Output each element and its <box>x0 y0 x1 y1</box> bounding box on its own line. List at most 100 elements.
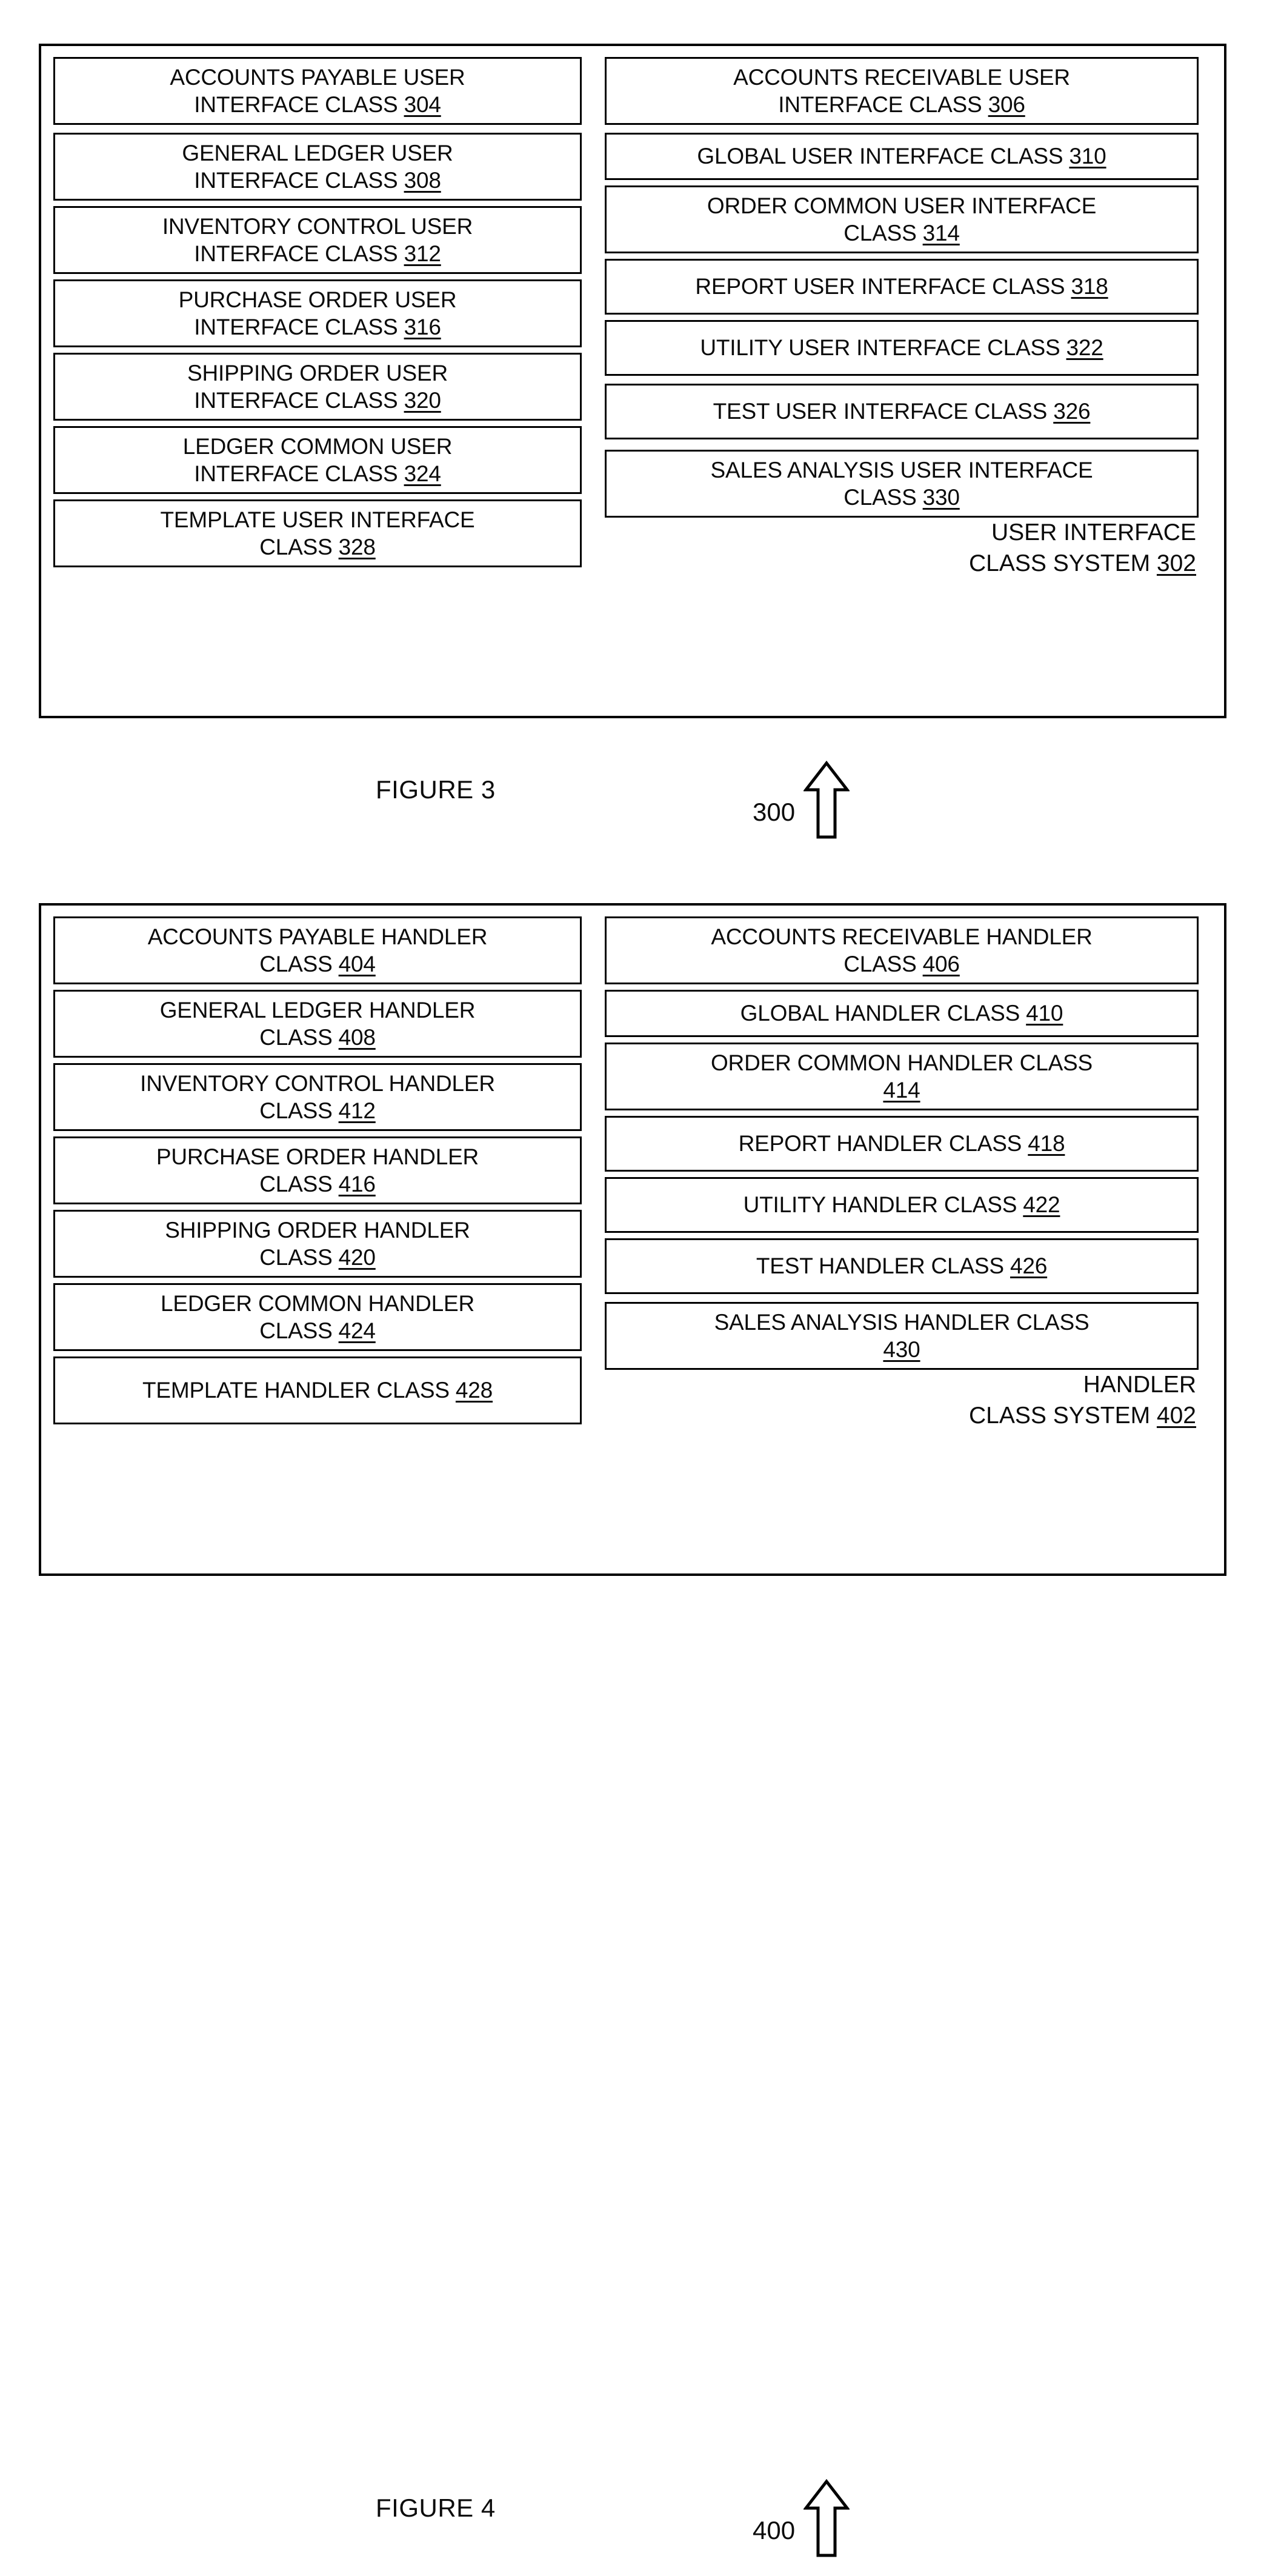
class-box-line1: TEMPLATE USER INTERFACE <box>160 507 475 532</box>
class-box-line2: INTERFACE CLASS <box>194 315 404 339</box>
up-arrow-icon <box>804 761 850 839</box>
class-box-sales-analysis-user-interface-330[interactable]: SALES ANALYSIS USER INTERFACE CLASS 330 <box>605 450 1199 518</box>
class-box-inventory-control-user-interface-312[interactable]: INVENTORY CONTROL USER INTERFACE CLASS 3… <box>53 206 582 274</box>
class-box-line1: SHIPPING ORDER HANDLER <box>165 1217 470 1243</box>
class-box-inventory-control-handler-412[interactable]: INVENTORY CONTROL HANDLER CLASS 412 <box>53 1063 582 1131</box>
reference-numeral: 408 <box>338 1025 376 1050</box>
class-box-global-handler-410[interactable]: GLOBAL HANDLER CLASS 410 <box>605 990 1199 1037</box>
class-box-line1: UTILITY USER INTERFACE CLASS <box>700 335 1066 361</box>
reference-numeral: 424 <box>338 1318 376 1343</box>
reference-numeral: 420 <box>338 1245 376 1270</box>
reference-numeral: 414 <box>883 1078 920 1103</box>
figure-3-caption-row: FIGURE 3 300 <box>0 761 1281 858</box>
reference-numeral: 412 <box>338 1098 376 1123</box>
class-box-purchase-order-user-interface-316[interactable]: PURCHASE ORDER USER INTERFACE CLASS 316 <box>53 279 582 347</box>
class-box-line1: SHIPPING ORDER USER <box>187 360 448 385</box>
figure-4-callout-group: 400 <box>753 2479 850 2559</box>
reference-numeral: 410 <box>1026 1001 1063 1026</box>
class-box-line2: CLASS <box>259 1172 339 1196</box>
class-box-ledger-common-user-interface-324[interactable]: LEDGER COMMON USER INTERFACE CLASS 324 <box>53 426 582 494</box>
class-box-shipping-order-user-interface-320[interactable]: SHIPPING ORDER USER INTERFACE CLASS 320 <box>53 353 582 421</box>
reference-numeral: 326 <box>1053 399 1091 424</box>
class-box-general-ledger-handler-408[interactable]: GENERAL LEDGER HANDLER CLASS 408 <box>53 990 582 1058</box>
reference-numeral: 430 <box>883 1337 920 1362</box>
class-box-sales-analysis-handler-430[interactable]: SALES ANALYSIS HANDLER CLASS 430 <box>605 1302 1199 1370</box>
figure-3-label: FIGURE 3 <box>376 775 496 804</box>
system-label-line1: HANDLER <box>1083 1372 1196 1398</box>
class-box-line1: GENERAL LEDGER USER <box>182 140 453 165</box>
figure-4-right-column: ACCOUNTS RECEIVABLE HANDLER CLASS 406 GL… <box>605 916 1199 1432</box>
class-box-line2: INTERFACE CLASS <box>194 388 404 413</box>
class-box-line1: LEDGER COMMON HANDLER <box>161 1290 474 1316</box>
class-box-line1: ACCOUNTS RECEIVABLE HANDLER <box>711 924 1093 949</box>
reference-numeral: 310 <box>1069 144 1106 169</box>
figure-4-label: FIGURE 4 <box>376 2494 496 2522</box>
reference-numeral: 426 <box>1010 1253 1048 1279</box>
class-box-template-handler-428[interactable]: TEMPLATE HANDLER CLASS 428 <box>53 1356 582 1424</box>
class-box-template-user-interface-328[interactable]: TEMPLATE USER INTERFACE CLASS 328 <box>53 499 582 567</box>
class-box-test-handler-426[interactable]: TEST HANDLER CLASS 426 <box>605 1238 1199 1294</box>
figure-3-block: ACCOUNTS PAYABLE USER INTERFACE CLASS 30… <box>0 0 1281 873</box>
class-box-line1: INVENTORY CONTROL USER <box>162 213 473 239</box>
reference-numeral: 418 <box>1028 1131 1065 1156</box>
system-label-line2: CLASS SYSTEM <box>968 1402 1157 1429</box>
class-box-line1: GENERAL LEDGER HANDLER <box>159 997 476 1023</box>
class-box-line1: REPORT USER INTERFACE CLASS <box>695 274 1071 299</box>
class-box-line2: CLASS <box>843 221 923 245</box>
reference-numeral: 328 <box>338 535 376 559</box>
class-box-global-user-interface-310[interactable]: GLOBAL USER INTERFACE CLASS 310 <box>605 133 1199 180</box>
class-box-line2: CLASS <box>259 1318 339 1343</box>
reference-numeral: 314 <box>922 221 960 245</box>
class-box-ledger-common-handler-424[interactable]: LEDGER COMMON HANDLER CLASS 424 <box>53 1283 582 1351</box>
class-box-order-common-handler-414[interactable]: ORDER COMMON HANDLER CLASS 414 <box>605 1043 1199 1110</box>
class-box-line2: CLASS <box>259 1025 339 1050</box>
class-box-accounts-payable-handler-404[interactable]: ACCOUNTS PAYABLE HANDLER CLASS 404 <box>53 916 582 984</box>
class-box-utility-user-interface-322[interactable]: UTILITY USER INTERFACE CLASS 322 <box>605 320 1199 376</box>
class-box-line1: REPORT HANDLER CLASS <box>738 1131 1028 1156</box>
reference-numeral: 324 <box>404 461 441 486</box>
system-label-line1: USER INTERFACE <box>991 519 1196 546</box>
reference-numeral: 428 <box>455 1378 493 1403</box>
class-box-purchase-order-handler-416[interactable]: PURCHASE ORDER HANDLER CLASS 416 <box>53 1136 582 1204</box>
reference-numeral: 320 <box>404 388 441 413</box>
figure-4-left-column: ACCOUNTS PAYABLE HANDLER CLASS 404 GENER… <box>53 916 582 1424</box>
class-box-line1: PURCHASE ORDER HANDLER <box>156 1144 479 1169</box>
class-box-line1: GLOBAL HANDLER CLASS <box>740 1001 1026 1026</box>
class-box-test-user-interface-326[interactable]: TEST USER INTERFACE CLASS 326 <box>605 384 1199 439</box>
class-box-line1: ORDER COMMON USER INTERFACE <box>707 193 1097 218</box>
class-box-general-ledger-user-interface-308[interactable]: GENERAL LEDGER USER INTERFACE CLASS 308 <box>53 133 582 201</box>
class-box-line2: CLASS <box>259 535 339 559</box>
figure-3-callout-group: 300 <box>753 761 850 841</box>
figure-4-caption-row: FIGURE 4 400 <box>0 2479 1281 2576</box>
class-box-order-common-user-interface-314[interactable]: ORDER COMMON USER INTERFACE CLASS 314 <box>605 185 1199 253</box>
reference-numeral: 404 <box>338 952 376 976</box>
user-interface-class-system-frame: ACCOUNTS PAYABLE USER INTERFACE CLASS 30… <box>39 44 1226 718</box>
class-box-shipping-order-handler-420[interactable]: SHIPPING ORDER HANDLER CLASS 420 <box>53 1210 582 1278</box>
reference-numeral: 308 <box>404 168 441 193</box>
reference-numeral: 330 <box>922 485 960 510</box>
class-box-line1: SALES ANALYSIS USER INTERFACE <box>710 457 1093 482</box>
figure-3-left-column: ACCOUNTS PAYABLE USER INTERFACE CLASS 30… <box>53 57 582 567</box>
class-box-line1: ACCOUNTS RECEIVABLE USER <box>733 64 1070 90</box>
system-label-line2: CLASS SYSTEM <box>968 550 1157 576</box>
system-reference-numeral: 402 <box>1156 1402 1196 1429</box>
class-box-line2: INTERFACE CLASS <box>194 168 404 193</box>
reference-numeral: 312 <box>404 241 441 266</box>
class-box-accounts-receivable-handler-406[interactable]: ACCOUNTS RECEIVABLE HANDLER CLASS 406 <box>605 916 1199 984</box>
class-box-line1: ORDER COMMON HANDLER CLASS <box>710 1050 1093 1075</box>
reference-numeral: 316 <box>404 315 441 339</box>
class-box-line1: TEMPLATE HANDLER CLASS <box>142 1378 456 1403</box>
class-box-line1: INVENTORY CONTROL HANDLER <box>140 1070 495 1096</box>
class-box-utility-handler-422[interactable]: UTILITY HANDLER CLASS 422 <box>605 1177 1199 1233</box>
class-box-report-user-interface-318[interactable]: REPORT USER INTERFACE CLASS 318 <box>605 259 1199 315</box>
class-box-report-handler-418[interactable]: REPORT HANDLER CLASS 418 <box>605 1116 1199 1172</box>
class-box-accounts-payable-user-interface-304[interactable]: ACCOUNTS PAYABLE USER INTERFACE CLASS 30… <box>53 57 582 125</box>
figure-4-callout-number: 400 <box>753 2516 796 2544</box>
up-arrow-icon <box>804 2479 850 2557</box>
class-box-line2: CLASS <box>259 1098 339 1123</box>
class-box-accounts-receivable-user-interface-306[interactable]: ACCOUNTS RECEIVABLE USER INTERFACE CLASS… <box>605 57 1199 125</box>
figure-3-callout-number: 300 <box>753 798 796 826</box>
figure-4-block: ACCOUNTS PAYABLE HANDLER CLASS 404 GENER… <box>0 859 1281 2557</box>
reference-numeral: 306 <box>988 92 1025 117</box>
class-box-line1: LEDGER COMMON USER <box>182 433 453 459</box>
